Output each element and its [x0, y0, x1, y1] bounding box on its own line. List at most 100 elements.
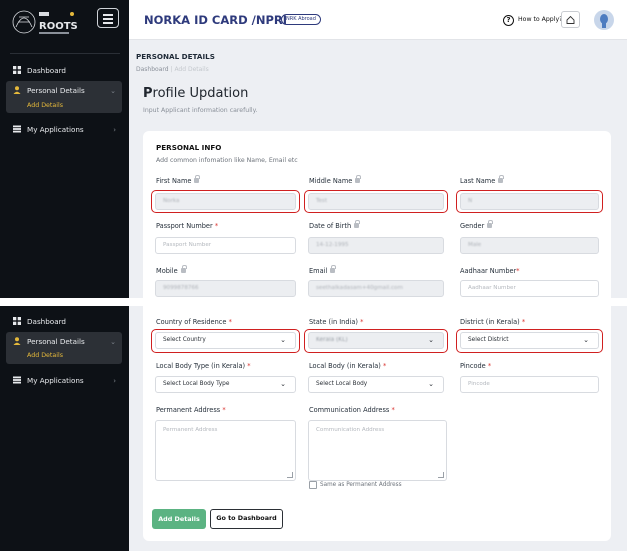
- local-body-type-select[interactable]: Select Local Body Type ⌄: [155, 376, 296, 393]
- required-marker: *: [391, 406, 395, 414]
- go-to-dashboard-button[interactable]: Go to Dashboard: [210, 509, 283, 529]
- highlight-box: [304, 329, 448, 353]
- mobile-value: 9099878766: [163, 285, 199, 291]
- personal-info-heading: PERSONAL INFO: [156, 143, 222, 152]
- dob-label-text: Date of Birth: [309, 222, 352, 230]
- aadhaar-placeholder: Aadhaar Number: [468, 285, 516, 291]
- state-label: State (in India) *: [309, 318, 363, 327]
- last-name-label: Last Name: [460, 175, 505, 186]
- help-icon: ?: [503, 15, 514, 26]
- local-body-select[interactable]: Select Local Body ⌄: [308, 376, 444, 393]
- sidebar-item-dashboard[interactable]: Dashboard: [6, 314, 122, 330]
- passport-label: Passport Number *: [156, 222, 218, 231]
- breadcrumb: Dashboard | Add Details: [136, 66, 209, 73]
- sidebar-item-label: My Applications: [27, 376, 84, 385]
- sidebar-item-label: Personal Details: [27, 337, 85, 346]
- list-icon: [13, 376, 21, 384]
- user-avatar[interactable]: [594, 10, 614, 30]
- section-title: PERSONAL DETAILS: [136, 52, 215, 61]
- page-subtitle: Input Applicant information carefully.: [143, 107, 258, 114]
- lock-icon: [194, 175, 201, 183]
- local-body-type-label: Local Body Type (in Kerala) *: [156, 362, 251, 371]
- state-label-text: State (in India): [309, 318, 358, 326]
- first-name-label: First Name: [156, 175, 201, 186]
- local-body-type-label-text: Local Body Type (in Kerala): [156, 362, 246, 370]
- how-to-apply-label: How to Apply?: [518, 16, 563, 23]
- email-field[interactable]: seethalkadasam+40gmail.com: [308, 280, 444, 297]
- local-body-type-value: Select Local Body Type: [163, 381, 230, 387]
- chevron-down-icon: ⌄: [280, 380, 286, 388]
- highlight-box: [151, 190, 300, 213]
- sidebar-subitem-add-details[interactable]: Add Details: [27, 352, 63, 359]
- local-body-label: Local Body (in Kerala) *: [309, 362, 386, 371]
- sidebar-item-personal-details[interactable]: Personal Details ⌄: [6, 83, 122, 99]
- add-details-button[interactable]: Add Details: [152, 509, 206, 529]
- required-marker: *: [516, 267, 520, 275]
- sidebar-item-dashboard[interactable]: Dashboard: [6, 63, 122, 79]
- menu-toggle-icon[interactable]: [97, 8, 119, 28]
- gender-field[interactable]: Male: [460, 237, 599, 254]
- permanent-address-label-text: Permanent Address: [156, 406, 221, 414]
- pincode-label: Pincode *: [460, 362, 491, 371]
- resize-handle-icon[interactable]: [287, 472, 293, 478]
- highlight-box: [456, 329, 603, 353]
- app-title: NORKA ID CARD /NPRI: [144, 13, 288, 27]
- communication-address-textarea[interactable]: Communication Address: [308, 420, 447, 481]
- resize-handle-icon[interactable]: [438, 472, 444, 478]
- aadhaar-label: Aadhaar Number*: [460, 267, 520, 276]
- pincode-label-text: Pincode: [460, 362, 486, 370]
- sidebar-item-my-applications[interactable]: My Applications ›: [6, 373, 122, 389]
- dob-label: Date of Birth: [309, 220, 361, 231]
- dob-field[interactable]: 14-12-1995: [308, 237, 444, 254]
- sidebar-item-label: My Applications: [27, 125, 84, 134]
- screen-top: ROOTS Dashboard Personal Details ⌄ Add D…: [0, 0, 627, 298]
- required-marker: *: [487, 362, 492, 370]
- sidebar-item-label: Dashboard: [27, 317, 66, 326]
- lock-icon: [487, 220, 494, 228]
- lock-icon: [354, 220, 361, 228]
- gender-value: Male: [468, 242, 482, 248]
- same-as-permanent-label: Same as Permanent Address: [320, 482, 402, 488]
- required-marker: *: [247, 362, 251, 370]
- same-as-permanent-checkbox[interactable]: [309, 481, 317, 489]
- lock-icon: [498, 175, 505, 183]
- chevron-right-icon: ›: [113, 377, 116, 385]
- norka-roots-logo[interactable]: ROOTS: [10, 5, 94, 39]
- gender-label: Gender: [460, 220, 494, 231]
- sidebar-subitem-add-details[interactable]: Add Details: [27, 102, 63, 109]
- sidebar-item-label: Personal Details: [27, 86, 85, 95]
- breadcrumb-separator: |: [170, 66, 173, 73]
- required-marker: *: [382, 362, 387, 370]
- breadcrumb-home[interactable]: Dashboard: [136, 66, 169, 73]
- how-to-apply-link[interactable]: ? How to Apply?: [503, 13, 562, 27]
- mobile-field[interactable]: 9099878766: [155, 280, 296, 297]
- personal-info-description: Add common infomation like Name, Email e…: [156, 157, 298, 164]
- mobile-label: Mobile: [156, 265, 187, 276]
- sidebar-item-label: Dashboard: [27, 66, 66, 75]
- passport-input[interactable]: Passport Number: [155, 237, 296, 254]
- district-label: District (in Kerala) *: [460, 318, 525, 327]
- nrk-badge: NRK Abroad: [281, 14, 321, 25]
- gender-label-text: Gender: [460, 222, 485, 230]
- passport-label-text: Passport Number: [156, 222, 213, 230]
- local-body-value: Select Local Body: [316, 381, 368, 387]
- required-marker: *: [228, 318, 232, 326]
- sidebar-item-personal-details[interactable]: Personal Details ⌄: [6, 334, 122, 350]
- passport-placeholder: Passport Number: [163, 242, 212, 248]
- lock-icon: [330, 265, 337, 273]
- home-button[interactable]: [561, 11, 580, 28]
- required-marker: *: [521, 318, 526, 326]
- home-icon: [566, 15, 575, 24]
- permanent-address-placeholder: Permanent Address: [163, 427, 218, 433]
- permanent-address-textarea[interactable]: Permanent Address: [155, 420, 296, 481]
- communication-address-label-text: Communication Address: [309, 406, 390, 414]
- middle-name-label-text: Middle Name: [309, 177, 353, 185]
- aadhaar-input[interactable]: Aadhaar Number: [460, 280, 599, 297]
- list-icon: [13, 125, 21, 133]
- sidebar-item-my-applications[interactable]: My Applications ›: [6, 122, 122, 138]
- pincode-placeholder: Pincode: [468, 381, 490, 387]
- highlight-box: [304, 190, 448, 213]
- required-marker: *: [214, 222, 219, 230]
- email-label-text: Email: [309, 267, 328, 275]
- pincode-input[interactable]: Pincode: [460, 376, 599, 393]
